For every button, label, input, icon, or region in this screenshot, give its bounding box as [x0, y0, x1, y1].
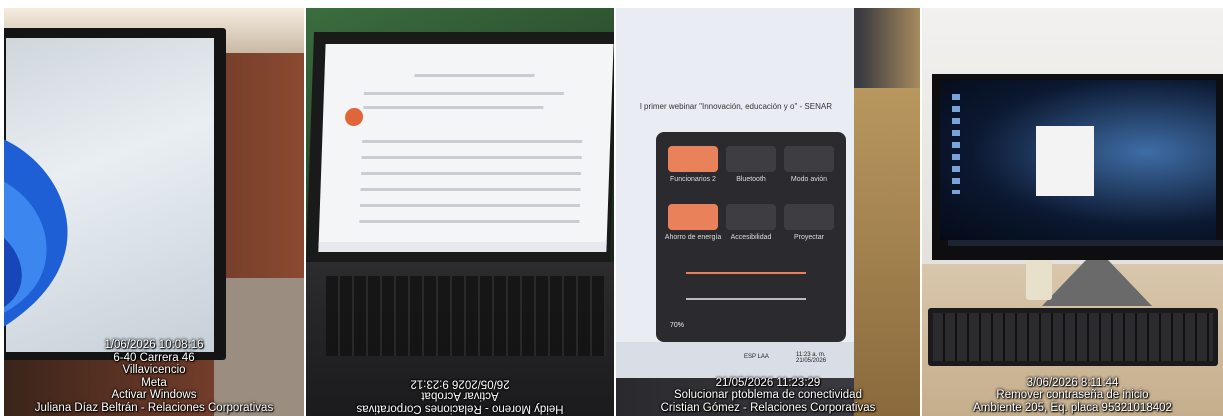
photo-caption: Heidy Moreno - Relaciones Corporativas A…	[306, 377, 614, 414]
energy-saver-tile[interactable]	[668, 204, 718, 230]
photo-monitor-windows: 1/06/2026 10:08:16 6-40 Carrera 46 Villa…	[4, 8, 304, 416]
monitor	[4, 28, 226, 360]
dialog-window	[1036, 126, 1094, 196]
caption-task: Activar Windows	[111, 389, 197, 401]
photo-laptop-acrobat: Heidy Moreno - Relaciones Corporativas A…	[306, 8, 614, 416]
laptop-screen	[318, 44, 614, 250]
project-label: Proyectar	[794, 234, 824, 241]
wifi-tile[interactable]	[668, 146, 718, 172]
caption-timestamp: 21/05/2026 11:23:29	[715, 376, 821, 389]
caption-author: Juliana Díaz Beltrán - Relaciones Corpor…	[34, 401, 274, 414]
photo-strip: 1/06/2026 10:08:16 6-40 Carrera 46 Villa…	[0, 0, 1223, 416]
caption-author: Heidy Moreno - Relaciones Corporativas	[356, 402, 564, 414]
photo-desktop-monitor: 3/06/2026 8:11:44 Remover contraseña de …	[922, 8, 1223, 416]
keyboard	[928, 308, 1218, 366]
photo-caption: 21/05/2026 11:23:29 Solucionar ptoblema …	[616, 377, 920, 415]
bluetooth-tile[interactable]	[726, 146, 776, 172]
screen-row	[361, 156, 582, 159]
caption-timestamp: 26/05/2026 9:23:12	[410, 377, 510, 389]
battery-level: 70%	[670, 322, 685, 329]
keyboard	[326, 276, 606, 356]
photo-quick-settings: l primer webinar "Innovación, educación …	[616, 8, 920, 416]
language-indicator: ESP LAA	[744, 354, 769, 360]
screen-row	[414, 74, 535, 77]
screen-row	[359, 204, 581, 207]
photo-caption: 3/06/2026 8:11:44 Remover contraseña de …	[922, 377, 1223, 415]
bluetooth-label: Bluetooth	[736, 176, 766, 183]
monitor-screen	[4, 38, 214, 352]
app-logo	[344, 108, 364, 126]
airplane-mode-tile[interactable]	[784, 146, 834, 172]
photo-caption: 1/06/2026 10:08:16 6-40 Carrera 46 Villa…	[4, 339, 304, 414]
windows-bloom-wallpaper	[4, 139, 68, 327]
volume-slider[interactable]	[686, 298, 806, 300]
screen-row	[363, 106, 544, 109]
desktop-icons	[952, 94, 960, 194]
caption-address: 6-40 Carrera 46	[113, 351, 195, 364]
wifi-label: Funcionarios 2	[670, 176, 716, 183]
taskbar: ESP LAA 11:23 a. m. 21/05/2026	[616, 342, 854, 378]
caption-city: Villavicencio	[122, 364, 186, 376]
screen-row	[362, 140, 583, 143]
caption-task: Remover contraseña de inicio	[996, 389, 1149, 401]
caption-location: Ambiente 205, Eq. placa 95321018402	[973, 401, 1172, 414]
taskbar-clock: 11:23 a. m. 21/05/2026	[796, 352, 827, 364]
caption-region: Meta	[141, 376, 167, 389]
airplane-label: Modo avión	[790, 176, 828, 183]
caption-author: Cristian Gómez - Relaciones Corporativas	[660, 401, 876, 414]
screen-row	[361, 172, 582, 175]
desk-figurine	[1026, 260, 1052, 300]
accessibility-label: Accesibilidad	[730, 234, 772, 241]
webinar-heading: l primer webinar "Innovación, educación …	[640, 102, 832, 111]
wood-floor	[854, 88, 920, 416]
taskbar	[318, 242, 607, 252]
desktop-screen	[940, 80, 1223, 246]
screen-row	[360, 188, 581, 191]
energy-saver-label: Ahorro de energía	[664, 234, 722, 241]
screen-row	[359, 220, 580, 223]
caption-timestamp: 1/06/2026 10:08:16	[104, 339, 204, 351]
brightness-slider[interactable]	[686, 272, 806, 274]
screen-row	[363, 92, 564, 95]
quick-settings-panel: Funcionarios 2 Bluetooth Modo avión Ahor…	[656, 132, 846, 342]
laptop-lid	[306, 32, 614, 262]
desktop-monitor	[932, 74, 1223, 260]
caption-timestamp: 3/06/2026 8:11:44	[1026, 376, 1119, 389]
project-tile[interactable]	[784, 204, 834, 230]
taskbar	[948, 240, 1223, 246]
accessibility-tile[interactable]	[726, 204, 776, 230]
caption-task: Activar Acrobat	[421, 389, 499, 402]
caption-task: Solucionar ptoblema de conectividad	[674, 389, 862, 401]
